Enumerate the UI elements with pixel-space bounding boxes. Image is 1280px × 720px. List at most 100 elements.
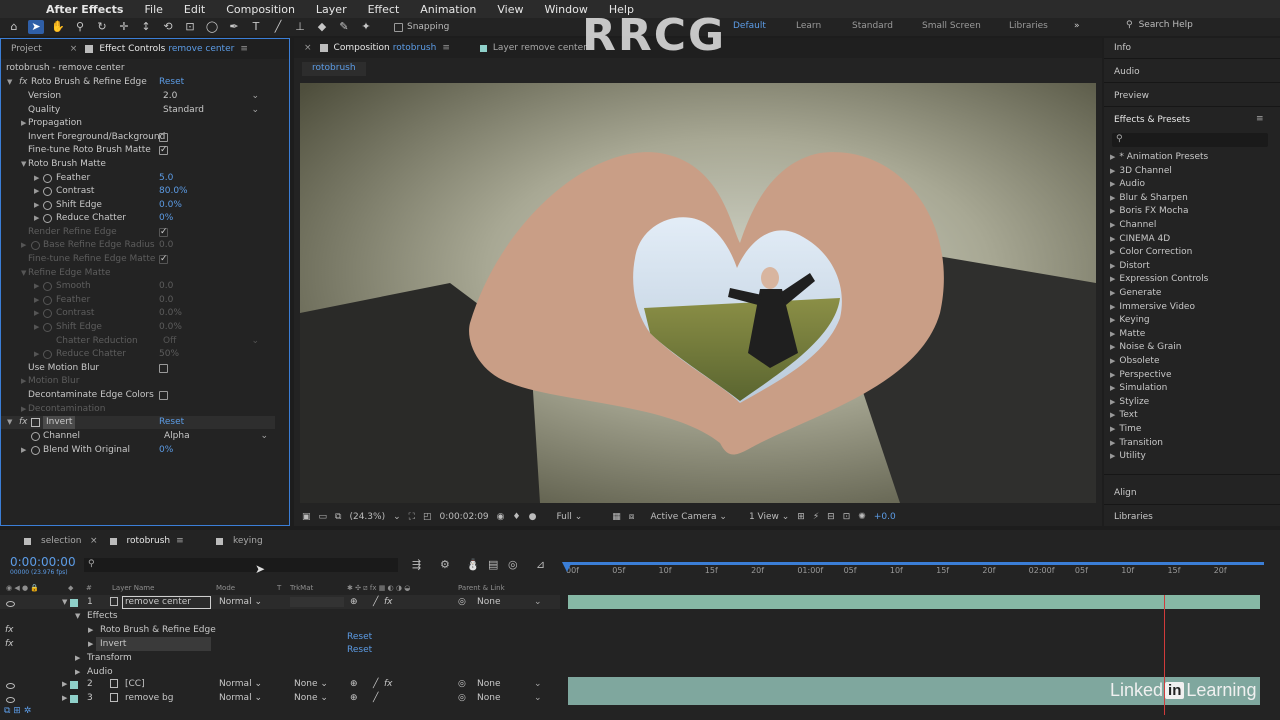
menu-composition[interactable]: Composition [226, 3, 295, 16]
quality-switch-icon[interactable]: ╱ [373, 595, 378, 609]
expand-arrow-icon[interactable]: ▶ [1110, 384, 1115, 392]
expand-arrow-icon[interactable]: ▶ [34, 185, 39, 198]
exposure-value[interactable]: +0.0 [874, 512, 896, 522]
stopwatch-icon[interactable] [43, 282, 52, 291]
effects-category[interactable]: ▶ Stylize [1110, 397, 1149, 407]
fast-preview-icon[interactable]: ⚡ [813, 512, 819, 522]
effects-category[interactable]: ▶ CINEMA 4D [1110, 234, 1170, 244]
fx-icon[interactable]: fx [19, 76, 28, 89]
hand-tool-icon[interactable]: ✋ [50, 20, 66, 34]
reset-exposure-icon[interactable]: ✺ [858, 512, 866, 522]
resolution-dropdown[interactable]: Full ⌄ [548, 512, 582, 522]
expand-arrow-icon[interactable]: ▶ [34, 199, 39, 212]
comp-mini-flowchart-icon[interactable]: ⇶ [412, 558, 421, 571]
expand-arrow-icon[interactable]: ▶ [34, 294, 39, 307]
effects-category[interactable]: ▶ Text [1110, 410, 1138, 420]
quality-switch-icon[interactable]: ╱ [373, 691, 378, 705]
workspace-small-screen[interactable]: Small Screen [922, 21, 981, 31]
expand-arrow-icon[interactable]: ▶ [34, 321, 39, 334]
expand-arrow-icon[interactable]: ▶ [1110, 371, 1115, 379]
apple-icon[interactable] [16, 3, 26, 15]
layer-track-1[interactable] [568, 595, 1260, 609]
panel-libraries[interactable]: Libraries [1114, 512, 1153, 522]
panel-menu-icon[interactable]: ≡ [176, 536, 184, 546]
panel-menu-icon[interactable]: ≡ [442, 43, 450, 53]
menu-edit[interactable]: Edit [184, 3, 205, 16]
parent-dropdown[interactable]: None [477, 595, 500, 609]
collapse-arrow-icon[interactable]: ▼ [21, 158, 26, 171]
effects-category[interactable]: ▶ Time [1110, 424, 1141, 434]
effect-roto-brush[interactable]: ▼ fx Roto Brush & Refine Edge Reset [1, 76, 289, 89]
shy-layers-icon[interactable]: ⛄ [466, 558, 480, 571]
chatter-reduction-dropdown[interactable]: Off ⌄ [163, 335, 259, 348]
flowchart-icon[interactable]: ⊡ [843, 512, 851, 522]
snapshot-icon[interactable]: ◉ [497, 512, 505, 522]
menu-app[interactable]: After Effects [46, 3, 123, 16]
expand-arrow-icon[interactable]: ▶ [62, 691, 67, 705]
camera-dropdown[interactable]: Active Camera ⌄ [643, 512, 727, 522]
snapping-toggle[interactable]: Snapping [394, 22, 449, 32]
pan-behind-tool-icon[interactable]: ⊡ [182, 20, 198, 34]
orbit-tool-icon[interactable]: ↻ [94, 20, 110, 34]
version-dropdown[interactable]: 2.0 ⌄ [163, 90, 259, 103]
expand-arrow-icon[interactable]: ▶ [1110, 275, 1115, 283]
reduce-chatter-value[interactable]: 0% [159, 212, 173, 225]
expand-arrow-icon[interactable]: ▶ [1110, 439, 1115, 447]
collapse-arrow-icon[interactable]: ▼ [21, 267, 26, 280]
effects-category[interactable]: ▶ Matte [1110, 329, 1145, 339]
close-icon[interactable]: × [90, 536, 98, 546]
workspace-learn[interactable]: Learn [796, 21, 821, 31]
expand-arrow-icon[interactable]: ▶ [1110, 452, 1115, 460]
stopwatch-icon[interactable] [43, 323, 52, 332]
effects-category[interactable]: ▶ Expression Controls [1110, 274, 1208, 284]
trkmat-dropdown[interactable] [290, 597, 344, 607]
menu-file[interactable]: File [144, 3, 162, 16]
expand-arrow-icon[interactable]: ▶ [21, 239, 26, 252]
puppet-tool-icon[interactable]: ✦ [358, 20, 374, 34]
transform-row[interactable]: ▶ Transform [0, 651, 560, 665]
resolution-icon[interactable]: ◰ [423, 512, 432, 522]
brush-tool-icon[interactable]: ╱ [270, 20, 286, 34]
layer-row-3[interactable]: ▶ 3 remove bg Normal ⌄ None ⌄ ⊕ ╱ ◎ None… [0, 691, 560, 705]
roto-brush-tool-icon[interactable]: ✎ [336, 20, 352, 34]
trkmat-dropdown[interactable]: None ⌄ [294, 691, 328, 705]
effects-search-input[interactable]: ⚲ [1112, 133, 1268, 147]
fine-tune-refine-checkbox[interactable] [159, 253, 168, 266]
tab-rotobrush[interactable]: × rotobrush ≡ [90, 536, 184, 546]
menu-effect[interactable]: Effect [368, 3, 400, 16]
trkmat-dropdown[interactable]: None ⌄ [294, 677, 328, 691]
eraser-tool-icon[interactable]: ◆ [314, 20, 330, 34]
move-tool-icon[interactable]: ✛ [116, 20, 132, 34]
search-help[interactable]: ⚲ Search Help [1126, 20, 1193, 30]
current-time[interactable]: 0:00:02:09 [439, 512, 488, 522]
panel-info[interactable]: Info [1114, 43, 1131, 53]
feather-value[interactable]: 5.0 [159, 172, 173, 185]
layer-color-chip[interactable] [70, 694, 78, 708]
expand-arrow-icon[interactable]: ▶ [1110, 398, 1115, 406]
dolly-tool-icon[interactable]: ↕ [138, 20, 154, 34]
stopwatch-icon[interactable] [43, 174, 52, 183]
selection-tool-icon[interactable]: ➤ [28, 20, 44, 34]
tab-effect-controls[interactable]: Effect Controls remove center ≡ [85, 44, 248, 54]
expand-arrow-icon[interactable]: ▶ [1110, 180, 1115, 188]
effects-category[interactable]: ▶ * Animation Presets [1110, 152, 1208, 162]
motion-blur-checkbox[interactable] [159, 364, 168, 373]
close-icon[interactable]: × [304, 43, 312, 53]
snapping-checkbox[interactable] [394, 22, 403, 32]
tab-layer[interactable]: Layer remove center [479, 43, 587, 53]
effects-category[interactable]: ▶ Channel [1110, 220, 1156, 230]
expand-arrow-icon[interactable]: ▶ [88, 623, 93, 637]
expand-arrow-icon[interactable]: ▶ [1110, 330, 1115, 338]
stopwatch-icon[interactable] [43, 350, 52, 359]
layer-row-2[interactable]: ▶ 2 [CC] Normal ⌄ None ⌄ ⊕ ╱ fx ◎ None ⌄ [0, 677, 560, 691]
effects-switch-icon[interactable]: fx [384, 595, 393, 609]
timeline-search-input[interactable]: ⚲ [84, 558, 398, 572]
tab-selection[interactable]: selection [24, 536, 81, 546]
expand-arrow-icon[interactable]: ▶ [1110, 167, 1115, 175]
parent-dropdown[interactable]: None [477, 677, 500, 691]
zoom-tool-icon[interactable]: ⚲ [72, 20, 88, 34]
reset-button[interactable]: Reset [159, 76, 184, 89]
effects-category[interactable]: ▶ Keying [1110, 315, 1150, 325]
shift-edge-value[interactable]: 0.0% [159, 199, 182, 212]
expand-arrow-icon[interactable]: ▶ [21, 403, 26, 416]
